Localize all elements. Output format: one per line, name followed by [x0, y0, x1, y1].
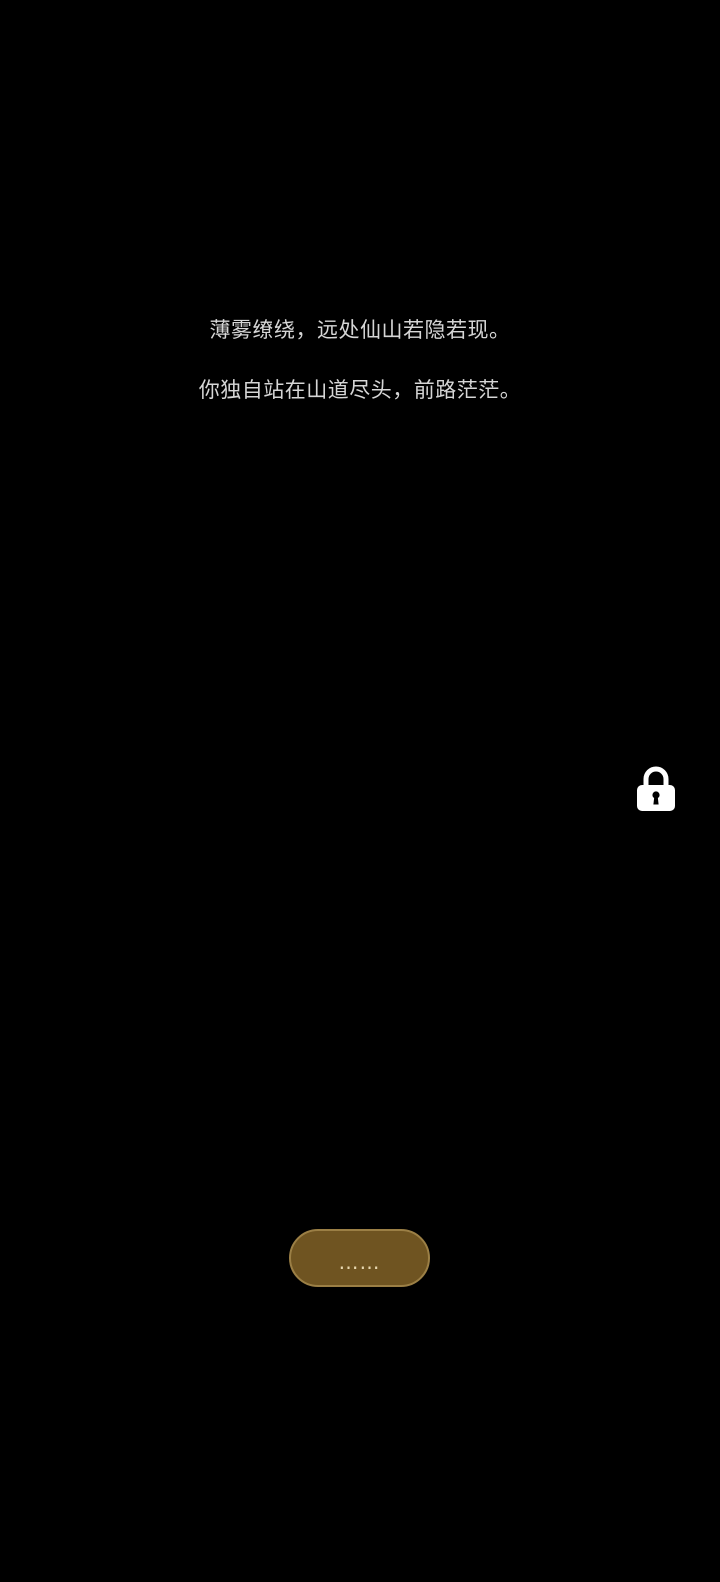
story-line: 你独自站在山道尽头，前路茫茫。 — [198, 378, 522, 402]
lock-button[interactable] — [636, 766, 676, 812]
story-line: 薄雾缭绕，远处仙山若隐若现。 — [209, 318, 511, 342]
lock-icon — [637, 766, 675, 811]
continue-label: …… — [338, 1250, 381, 1274]
continue-button[interactable]: …… — [289, 1229, 430, 1287]
story-text: 薄雾缭绕，远处仙山若隐若现。 你独自站在山道尽头，前路茫茫。 — [0, 312, 720, 432]
